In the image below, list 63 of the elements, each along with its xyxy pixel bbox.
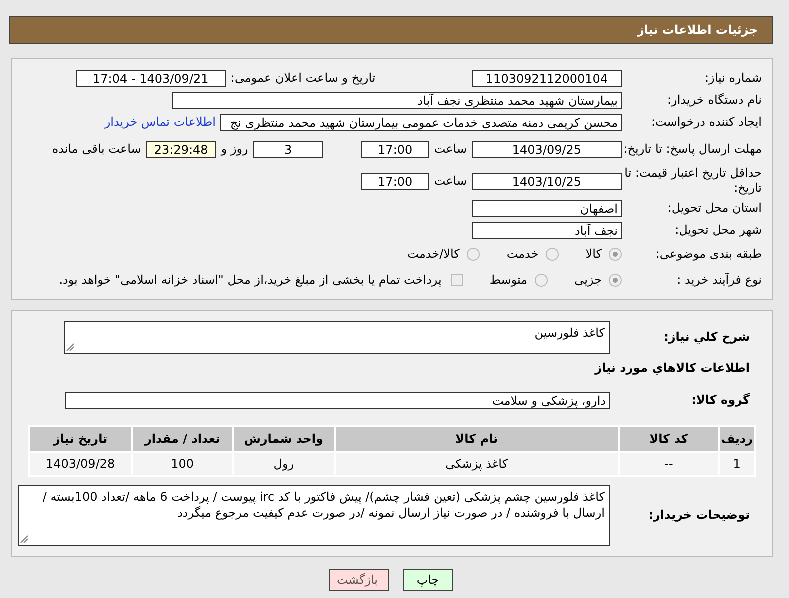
field-label: استان محل تحویل: [666, 200, 763, 216]
page-title-bar: جزئیات اطلاعات نیاز [9, 16, 773, 44]
section-title: اطلاعات کالاهاي مورد نياز [595, 360, 751, 376]
time-field: 17:00 [361, 140, 430, 158]
column-header: واحد شمارش [234, 427, 334, 451]
field-label: شماره نیاز: [704, 70, 763, 86]
field-label: طبقه بندی موضوعی: [654, 246, 763, 262]
time-field: 17:00 [361, 172, 430, 190]
radio-button[interactable] [546, 248, 559, 260]
radio-button[interactable] [466, 248, 480, 260]
field-label: شرح کلي نياز: [663, 330, 751, 344]
resize-grip-icon[interactable] [66, 342, 75, 352]
radio-button[interactable] [534, 274, 548, 286]
radio-label: کالا/خدمت [408, 247, 460, 261]
field-label: تاریخ و ساعت اعلان عمومی: [230, 71, 376, 85]
table-cell: 100 [133, 453, 232, 475]
field-label: گروه کالا: [690, 392, 751, 408]
radio-button[interactable] [609, 274, 622, 286]
table-cell: کاغذ پزشکی [336, 453, 618, 475]
field-label: مهلت ارسال پاسخ: تا تاریخ: [622, 142, 763, 156]
requester-field: محسن کریمی دمنه متصدی خدمات عمومی بیمارستان شهید محمد منتظری نج [220, 114, 622, 130]
days-field: 3 [253, 140, 324, 158]
radio-label: متوسط [490, 273, 528, 287]
field-label: توضیحات خریدار: [648, 508, 751, 523]
print-button[interactable]: چاپ [403, 569, 453, 591]
radio-label: خدمت [506, 247, 539, 261]
buyer-org-field: بیمارستان شهید محمد منتظری نجف آباد [172, 92, 622, 108]
column-header: تعداد / مقدار [133, 427, 232, 451]
radio-label: کالا [586, 247, 602, 261]
column-header: نام کالا [336, 427, 618, 451]
date-field: 1403/09/25 [472, 140, 622, 158]
buyer-notes-field[interactable]: کاغذ فلورسین چشم پزشکی (تعین فشار چشم)/ پیش فاکتور با کد irc پیوست / پرداخت 6 ماهه /تعداد 100بسته / ارسال با فروشنده / در صورت نیاز ارسال نمونه /در صورت عدم کیفیت مرجوع میگردد [18, 485, 610, 546]
column-header: تاریخ نیاز [30, 427, 132, 451]
city-field: نجف آباد [472, 222, 622, 238]
field-label: ایجاد کننده درخواست: [650, 114, 763, 130]
announce-date-field: 1403/09/21 - 17:04 [76, 70, 226, 86]
table-cell: 1 [720, 453, 754, 475]
column-header: کد کالا [620, 427, 718, 451]
column-header: ردیف [720, 427, 754, 451]
back-button[interactable]: بازگشت [329, 569, 389, 591]
table-cell: -- [620, 453, 718, 475]
radio-label: جزیی [574, 273, 602, 287]
field-label: ساعت [434, 174, 467, 188]
contact-link[interactable]: اطلاعات تماس خریدار [104, 115, 216, 129]
remaining-time-field: 23:29:48 [146, 140, 216, 158]
table-cell: 1403/09/28 [30, 453, 132, 475]
summary-field[interactable]: کاغذ فلورسین [64, 320, 610, 354]
field-label: ساعت باقی مانده [52, 142, 142, 156]
field-label: نوع فرآیند خرید : [676, 272, 763, 288]
field-label: حداقل تاریخ اعتبار قیمت: تا تاریخ: [624, 166, 763, 196]
checkbox-label: پرداخت تمام یا بخشی از مبلغ خرید،از محل "اسناد خزانه اسلامی" خواهد بود. [59, 273, 442, 287]
resize-grip-icon[interactable] [20, 535, 29, 544]
checkbox[interactable] [450, 274, 463, 286]
table-cell: رول [234, 453, 334, 475]
need-number-field: 1103092112000104 [472, 70, 622, 86]
field-label: شهر محل تحویل: [674, 222, 763, 238]
date-field: 1403/10/25 [472, 172, 622, 190]
radio-button[interactable] [609, 248, 622, 260]
goods-group-field: دارو، پزشکی و سلامت [65, 392, 610, 408]
field-label: ساعت [434, 142, 467, 156]
field-label: روز و [221, 142, 248, 156]
province-field: اصفهان [472, 200, 622, 216]
field-label: نام دستگاه خریدار: [666, 92, 763, 108]
